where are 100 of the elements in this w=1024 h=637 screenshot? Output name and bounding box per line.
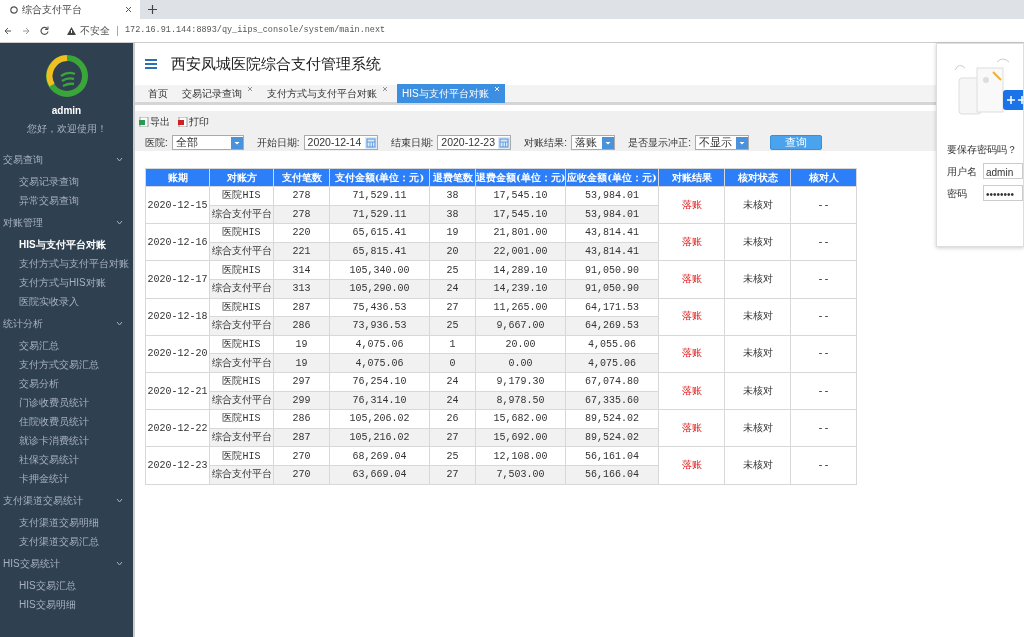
menu-item[interactable]: 支付渠道交易汇总 (0, 532, 133, 551)
menu-item[interactable]: 就诊卡消费统计 (0, 431, 133, 450)
table-cell: 2020-12-17 (145, 260, 210, 299)
table-cell: 297 (273, 372, 330, 392)
spreadsheet-icon (139, 116, 149, 127)
menu-item[interactable]: 医院实收录入 (0, 292, 133, 311)
table-cell: 2020-12-15 (145, 186, 210, 224)
menu-item[interactable]: 支付渠道交易明细 (0, 513, 133, 532)
menu-icon[interactable] (145, 59, 157, 69)
new-tab-icon[interactable] (148, 5, 157, 14)
chevron-icon (116, 561, 123, 566)
dialog-title: 要保存密码吗？ (947, 143, 1018, 157)
close-icon[interactable] (125, 6, 132, 13)
calendar-icon[interactable] (498, 136, 511, 149)
table-cell: -- (790, 335, 857, 373)
menu-item[interactable]: 异常交易查询 (0, 191, 133, 210)
password-field[interactable]: •••••••• (983, 185, 1023, 201)
table-cell: 91,050.90 (565, 260, 659, 280)
menu-item[interactable]: 卡押金统计 (0, 469, 133, 488)
menu-item[interactable]: HIS与支付平台对账 (0, 235, 133, 254)
menu-item[interactable]: 交易汇总 (0, 336, 133, 355)
column-header: 核对人 (790, 168, 857, 187)
table-cell: 医院HIS (209, 186, 274, 206)
table-cell: -- (790, 298, 857, 336)
print-button[interactable]: 打印 (178, 114, 209, 129)
calendar-icon[interactable] (364, 136, 377, 149)
column-header: 支付金额(单位：元) (329, 168, 430, 187)
table-cell: 未核对 (724, 186, 791, 224)
menu-item[interactable]: 门诊收费员统计 (0, 393, 133, 412)
table-cell: 220 (273, 223, 330, 243)
table-cell: 314 (273, 260, 330, 280)
table-cell: -- (790, 372, 857, 410)
page-tab[interactable]: 交易记录查询 (177, 84, 258, 103)
table-cell: 15,682.00 (475, 409, 566, 429)
table-cell: 53,984.01 (565, 186, 659, 206)
menu-item[interactable]: HIS交易汇总 (0, 576, 133, 595)
column-header: 对账结果 (658, 168, 725, 187)
chevron-icon (116, 220, 123, 225)
page-tab[interactable]: 支付方式与支付平台对账 (262, 84, 393, 103)
query-button[interactable]: 查询 (769, 135, 822, 150)
menu-group[interactable]: 对账管理 (0, 210, 133, 235)
select-field[interactable]: 落账 (571, 135, 616, 150)
table-cell: 27 (429, 298, 476, 317)
app-title: 西安凤城医院综合支付管理系统 (171, 55, 381, 73)
menu-group[interactable]: HIS交易统计 (0, 551, 133, 576)
reload-icon[interactable] (40, 26, 49, 35)
table-cell: -- (790, 446, 857, 484)
table-cell: 67,074.80 (565, 372, 659, 392)
table-cell: 2020-12-22 (145, 409, 210, 447)
column-header: 核对状态 (724, 168, 791, 187)
security-warning[interactable]: 不安全 (80, 23, 110, 38)
menu-item[interactable]: 住院收费员统计 (0, 412, 133, 431)
back-icon[interactable] (4, 26, 12, 35)
table-cell: 19 (429, 223, 476, 243)
chevron-icon (116, 321, 123, 326)
menu-item[interactable]: 支付方式与HIS对账 (0, 273, 133, 292)
table-cell: 4,075.06 (329, 335, 430, 354)
dropdown-icon[interactable] (735, 136, 748, 149)
table-cell: 38 (429, 186, 476, 206)
menu-group[interactable]: 交易查询 (0, 147, 133, 172)
menu-group[interactable]: 支付渠道交易统计 (0, 488, 133, 513)
table-cell: 24 (429, 372, 476, 392)
export-button[interactable]: 导出 (139, 114, 170, 129)
table-cell: 未核对 (724, 223, 791, 261)
table-cell: 26 (429, 409, 476, 429)
menu-item[interactable]: 支付方式与支付平台对账 (0, 254, 133, 273)
page-tab[interactable]: HIS与支付平台对账 (397, 84, 505, 103)
table-cell: 未核对 (724, 372, 791, 410)
table-cell: 医院HIS (209, 372, 274, 392)
table-cell: 医院HIS (209, 409, 274, 429)
menu-item[interactable]: 交易记录查询 (0, 172, 133, 191)
table-cell: 56,161.04 (565, 446, 659, 466)
browser-tab[interactable]: 综合支付平台 (0, 0, 140, 19)
menu-group[interactable]: 统计分析 (0, 311, 133, 336)
table-cell: 76,254.10 (329, 372, 430, 392)
dropdown-icon[interactable] (602, 136, 615, 149)
table-cell: 25 (429, 446, 476, 466)
table-cell: 未核对 (724, 446, 791, 484)
menu-item[interactable]: 社保交易统计 (0, 450, 133, 469)
menu-item[interactable]: HIS交易明细 (0, 595, 133, 614)
forward-icon[interactable] (22, 26, 30, 35)
table-cell: 未核对 (724, 298, 791, 336)
table-cell: 未核对 (724, 409, 791, 447)
table-cell: 105,340.00 (329, 260, 430, 280)
table-cell: 2020-12-20 (145, 335, 210, 373)
username-field[interactable]: admin (983, 163, 1023, 179)
column-header: 应收金额(单位：元) (565, 168, 659, 187)
menu-item[interactable]: 支付方式交易汇总 (0, 355, 133, 374)
menu-item[interactable]: 交易分析 (0, 374, 133, 393)
field-label: 密码 (947, 186, 967, 201)
table-cell: 17,545.10 (475, 186, 566, 206)
date-field[interactable]: 2020-12-23 (437, 135, 512, 150)
table-cell: 未核对 (724, 335, 791, 373)
select-field[interactable]: 不显示 (694, 135, 749, 150)
warning-icon (67, 26, 76, 35)
url-text[interactable]: 172.16.91.144:8893/qy_iips_console/system/main.next (125, 24, 386, 37)
page-tab[interactable]: 首页 (143, 84, 173, 103)
select-field[interactable]: 全部 (171, 135, 244, 150)
dropdown-icon[interactable] (230, 136, 243, 149)
date-field[interactable]: 2020-12-14 (303, 135, 378, 150)
